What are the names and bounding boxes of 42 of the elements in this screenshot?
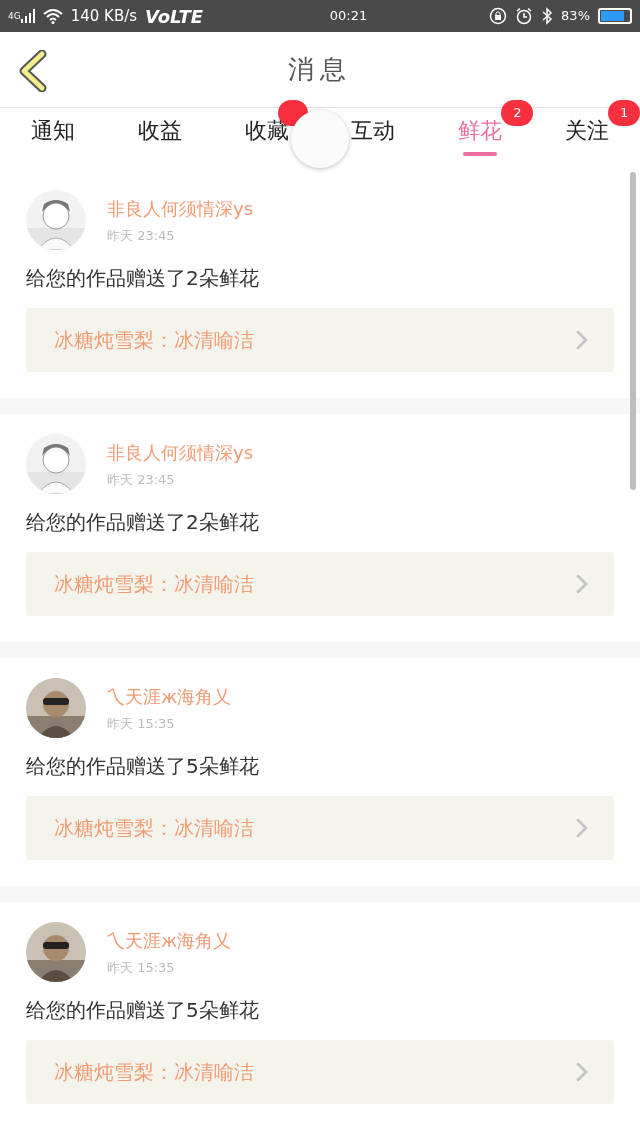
chevron-right-icon <box>576 574 588 594</box>
network-type: 4G <box>8 11 21 21</box>
message-text: 给您的作品赠送了2朵鲜花 <box>26 265 260 292</box>
notification-badge: 1 <box>608 100 640 126</box>
tab[interactable]: 收藏 <box>244 116 289 146</box>
bluetooth-icon <box>541 7 554 25</box>
message-text: 给您的作品赠送了5朵鲜花 <box>26 753 260 780</box>
work-link[interactable]: 冰糖炖雪梨：冰清喻洁 <box>26 308 614 372</box>
work-link[interactable]: 冰糖炖雪梨：冰清喻洁 <box>26 552 614 616</box>
wifi-icon <box>42 8 63 24</box>
page-title: 消息 <box>288 53 352 86</box>
chevron-right-icon <box>576 330 588 350</box>
tab[interactable]: 互动 <box>351 116 396 146</box>
alarm-icon <box>515 7 534 25</box>
notification-badge: 2 <box>501 100 534 126</box>
user-name[interactable]: 非良人何须情深ys <box>107 438 254 466</box>
clock: 00:21 <box>329 7 368 26</box>
chevron-right-icon <box>576 1062 588 1082</box>
user-name[interactable]: 乀天涯ж海角乂 <box>107 682 232 710</box>
message-time: 昨天 23:45 <box>107 470 176 489</box>
user-name[interactable]: 非良人何须情深ys <box>107 194 254 222</box>
work-link[interactable]: 冰糖炖雪梨：冰清喻洁 <box>26 1040 614 1104</box>
message-time: 昨天 15:35 <box>107 714 176 733</box>
work-link[interactable]: 冰糖炖雪梨：冰清喻洁 <box>26 796 614 860</box>
tab[interactable]: 通知 <box>31 116 76 146</box>
tab[interactable]: 关注 <box>564 116 609 146</box>
message-text: 给您的作品赠送了5朵鲜花 <box>26 997 260 1024</box>
network-speed: 140 KB/s <box>70 5 138 27</box>
rotation-lock-icon <box>489 7 508 25</box>
volte-label: VoLTE <box>145 4 204 29</box>
floating-button[interactable] <box>291 110 349 168</box>
user-name[interactable]: 乀天涯ж海角乂 <box>107 926 232 954</box>
chevron-right-icon <box>576 818 588 838</box>
tab[interactable]: 鲜花 <box>458 116 502 146</box>
message-time: 昨天 15:35 <box>107 958 176 977</box>
tab-indicator <box>463 152 497 156</box>
message-text: 给您的作品赠送了2朵鲜花 <box>26 509 260 536</box>
signal-icon <box>20 9 35 23</box>
battery-percent: 83% <box>561 7 590 26</box>
message-time: 昨天 23:45 <box>107 226 176 245</box>
battery-icon <box>598 8 632 24</box>
tab[interactable]: 收益 <box>138 116 182 146</box>
